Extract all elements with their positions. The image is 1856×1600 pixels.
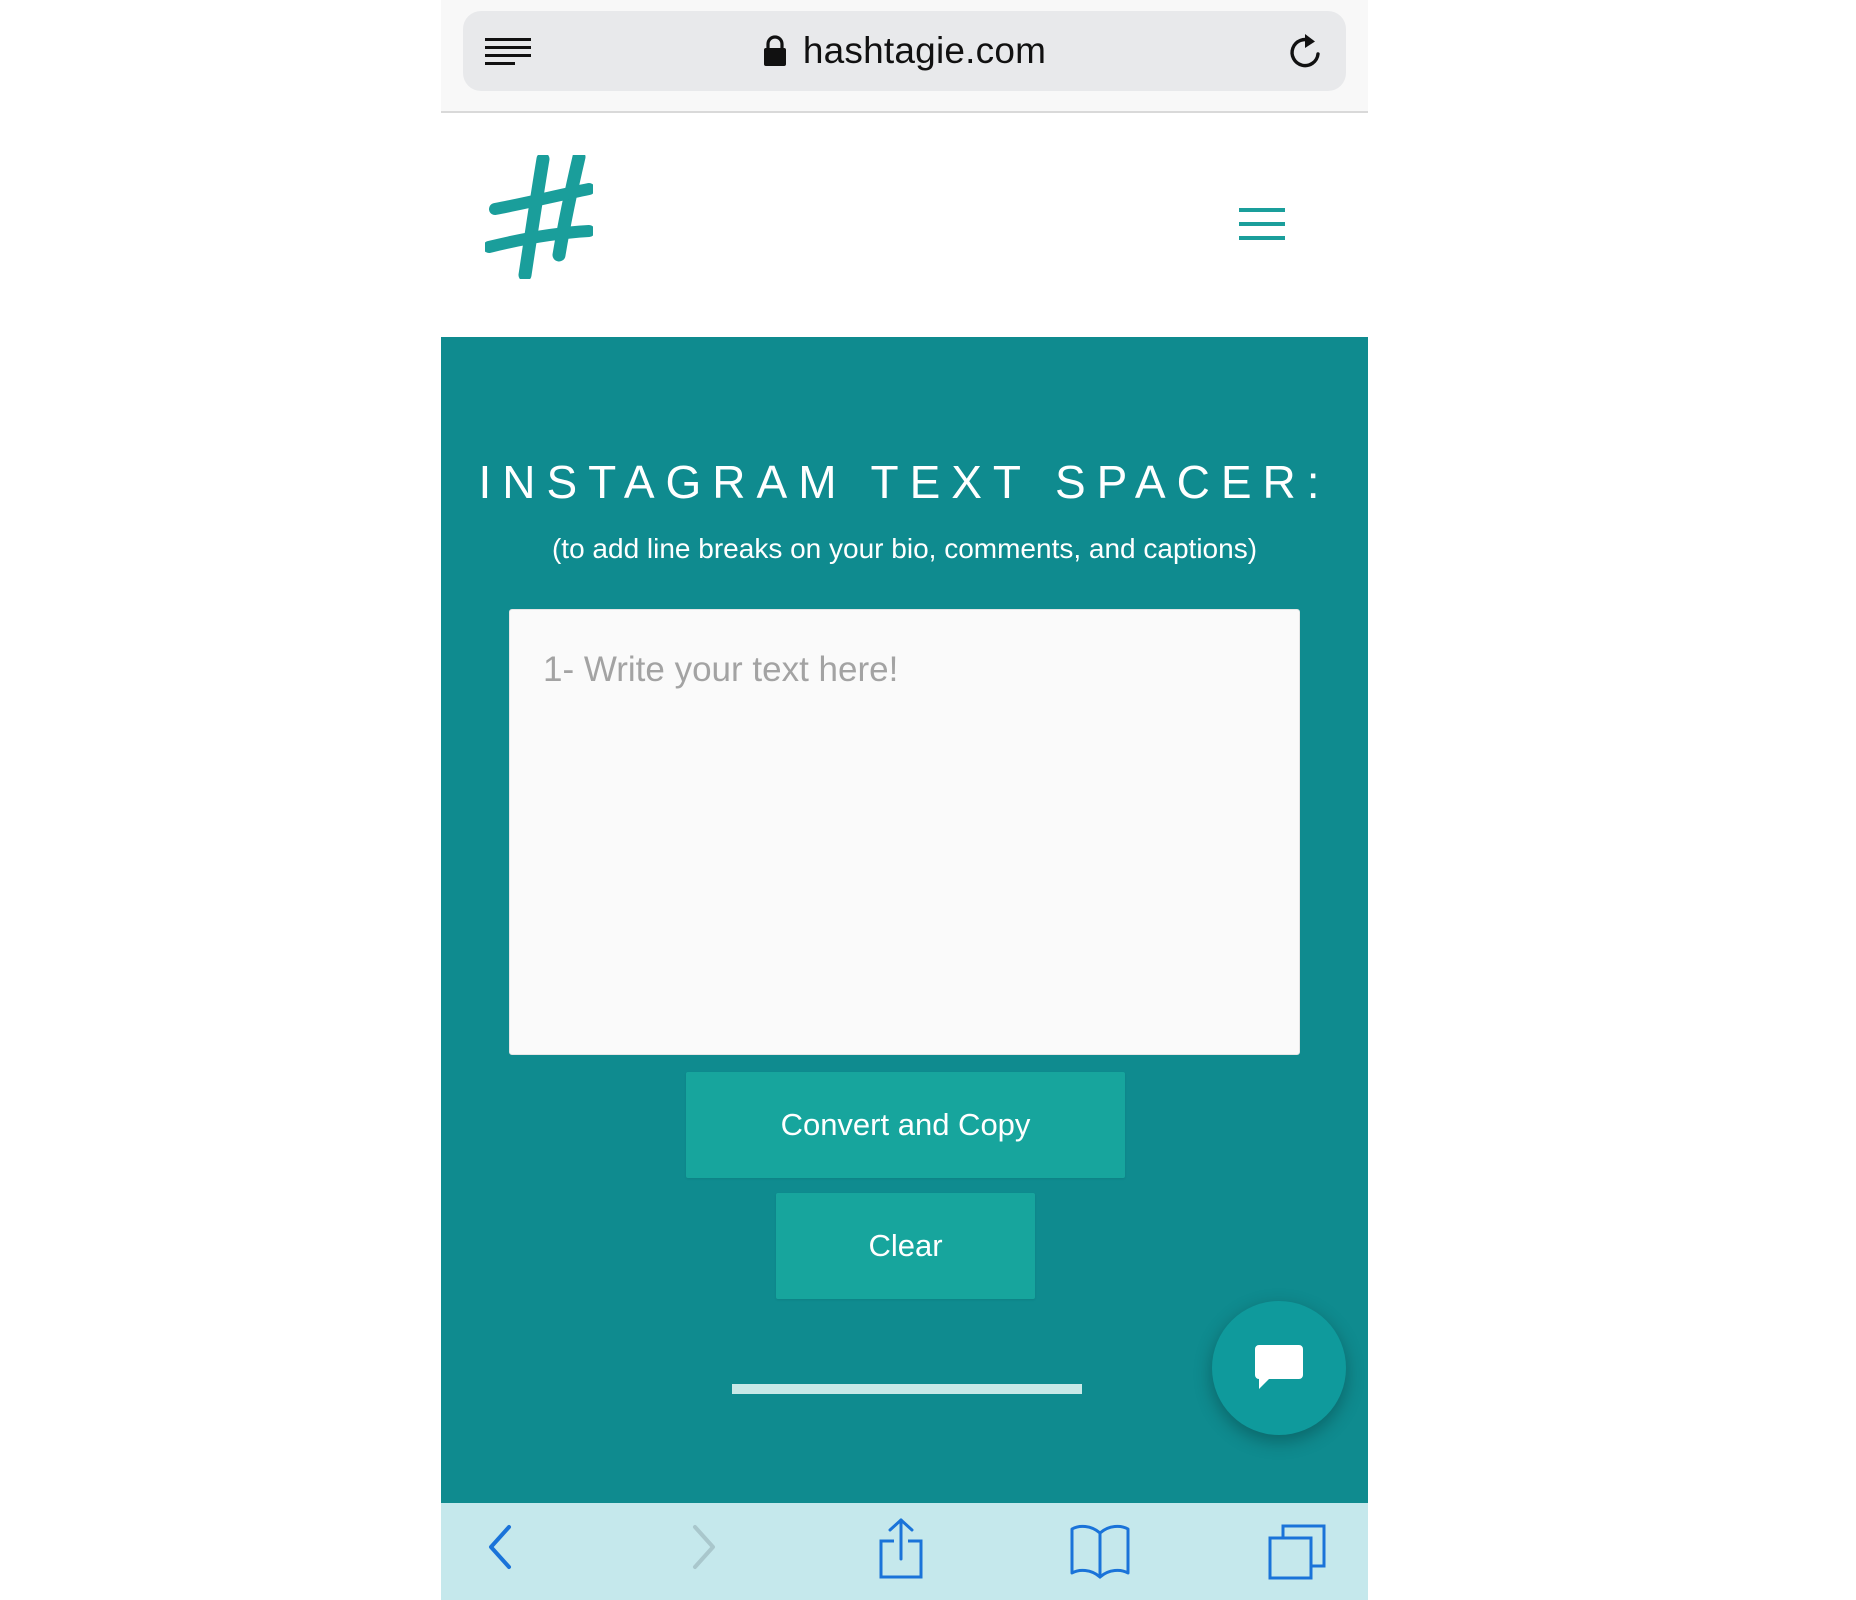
back-icon[interactable]: [481, 1521, 517, 1573]
bookmarks-icon[interactable]: [1069, 1523, 1131, 1579]
reload-icon[interactable]: [1286, 33, 1324, 71]
text-input[interactable]: [509, 609, 1300, 1055]
convert-and-copy-button[interactable]: Convert and Copy: [686, 1072, 1125, 1178]
url-text: hashtagie.com: [802, 30, 1047, 71]
page-title: INSTAGRAM TEXT SPACER:: [478, 456, 1331, 508]
phone-screen: hashtagie.com INSTAGRAM TEXT SPACER: (to…: [441, 0, 1368, 1600]
url-display: hashtagie.com: [463, 11, 1346, 91]
chat-button[interactable]: [1212, 1301, 1346, 1435]
hashtag-logo[interactable]: [485, 155, 593, 279]
chat-icon: [1255, 1345, 1303, 1389]
url-field[interactable]: hashtagie.com: [463, 11, 1346, 91]
forward-icon[interactable]: [687, 1521, 723, 1573]
menu-icon[interactable]: [1239, 207, 1285, 241]
browser-toolbar: [441, 1503, 1368, 1600]
browser-address-bar: hashtagie.com: [441, 0, 1368, 113]
share-icon[interactable]: [877, 1517, 925, 1581]
page-subtitle: (to add line breaks on your bio, comment…: [551, 533, 1258, 564]
clear-button[interactable]: Clear: [776, 1193, 1035, 1299]
site-header: [441, 113, 1368, 337]
scroll-indicator: [732, 1384, 1082, 1394]
tabs-icon[interactable]: [1267, 1523, 1327, 1581]
text-spacer-section: INSTAGRAM TEXT SPACER: (to add line brea…: [441, 337, 1368, 1503]
lock-icon: [763, 35, 786, 66]
